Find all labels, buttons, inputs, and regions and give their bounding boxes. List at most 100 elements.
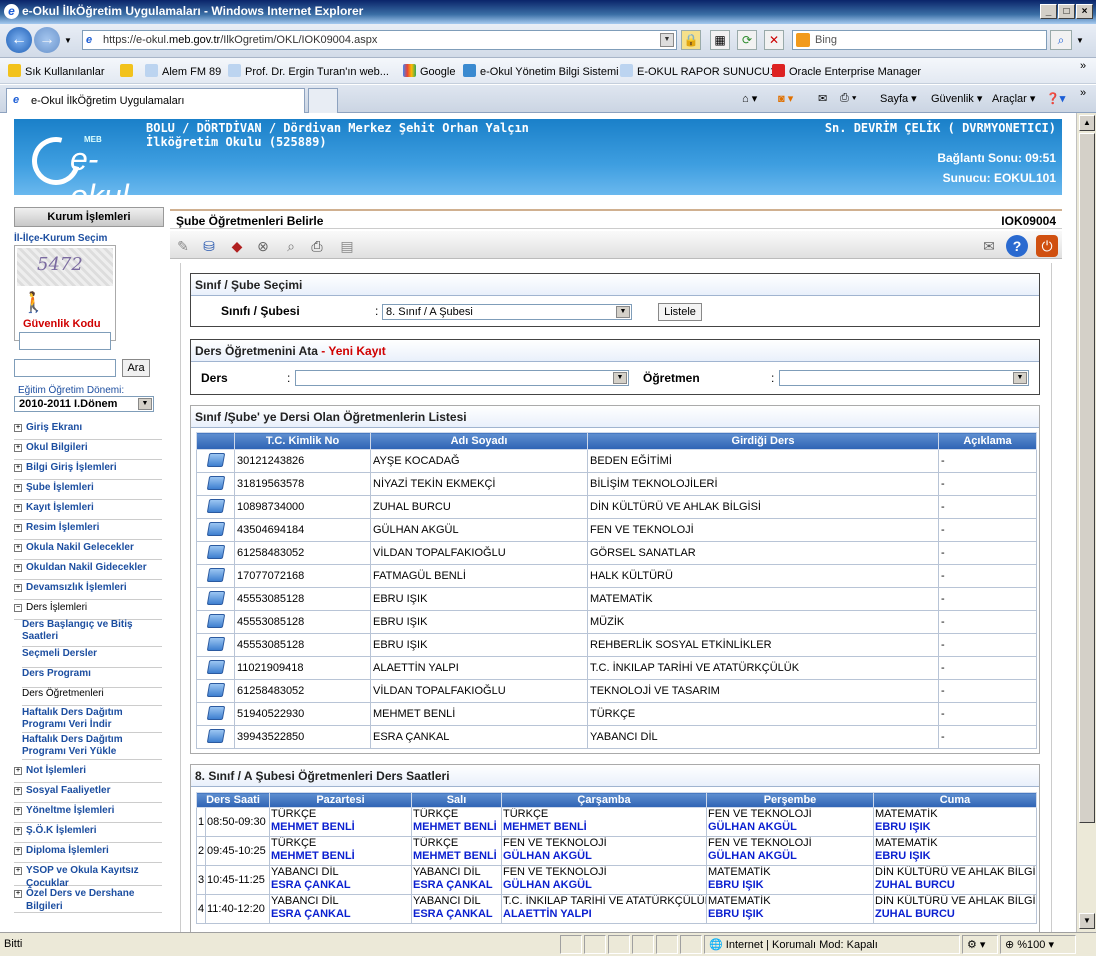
close-button[interactable]: × [1076,4,1093,19]
term-select[interactable]: 2010-2011 I.Dönem ▼ [14,396,154,412]
edit-cell[interactable] [196,518,235,542]
edit-icon[interactable]: ✎ [172,235,194,257]
edit-cell[interactable] [196,587,235,611]
menu-item[interactable]: + Ş.Ö.K İşlemleri [14,824,162,843]
edit-cell[interactable] [196,702,235,726]
expand-icon[interactable]: + [14,867,22,875]
edit-cell[interactable] [196,449,235,473]
compatibility-icon[interactable]: ▦ [710,30,730,50]
forward-button[interactable]: → [34,27,60,53]
protected-mode-icon[interactable]: ⚙ ▾ [962,935,998,954]
edit-cell[interactable] [196,633,235,657]
edit-icon[interactable] [206,728,225,743]
add-favorite-icon[interactable] [120,64,137,78]
menu-item[interactable]: + Yöneltme İşlemleri [14,804,162,823]
expand-icon[interactable]: + [14,464,22,472]
expand-icon[interactable]: + [14,524,22,532]
menu-item[interactable]: + Okula Nakil Gelecekler [14,541,162,560]
scroll-down-button[interactable]: ▼ [1079,913,1095,929]
menu-item[interactable]: + YSOP ve Okula Kayıtsız Çocuklar [14,864,162,889]
edit-icon[interactable] [206,659,225,674]
menu-item[interactable]: + Resim İşlemleri [14,521,162,540]
zoom-control[interactable]: ⊕ %100 ▾ [1000,935,1076,954]
page-scrollbar[interactable]: ▲ ▼ [1076,113,1096,932]
help-icon[interactable]: ? [1006,235,1028,257]
menu-item[interactable]: − Ders İşlemleri [14,601,162,620]
student-search-input[interactable] [14,359,116,377]
submenu-item[interactable]: Haftalık Ders Dağıtım Programı Veri Yükl… [22,734,162,760]
edit-cell[interactable] [196,610,235,634]
mail-icon[interactable]: ✉ [978,235,1000,257]
expand-icon[interactable]: + [14,544,22,552]
edit-cell[interactable] [196,679,235,703]
submenu-item[interactable]: Ders Başlangıç ve Bitiş Saatleri [22,619,162,647]
security-zone[interactable]: 🌐 Internet | Korumalı Mod: Kapalı [704,935,960,954]
mail-icon[interactable]: ✉ [818,92,827,105]
edit-icon[interactable] [206,475,225,490]
tab-eokul[interactable]: e e-Okul İlkÖğretim Uygulamaları [6,88,305,113]
search-button[interactable]: Ara [122,359,150,377]
scroll-up-button[interactable]: ▲ [1079,115,1095,131]
menu-item[interactable]: + Okuldan Nakil Gidecekler [14,561,162,580]
submenu-item[interactable]: Ders Programı [22,668,162,688]
captcha-input[interactable] [19,332,111,350]
edit-icon[interactable] [206,544,225,559]
eraser-icon[interactable]: ◆ [226,235,248,257]
fav-link-oracle[interactable]: Oracle Enterprise Manager [772,64,921,78]
report-icon[interactable]: ▤ [336,235,358,257]
fav-link-ergin[interactable]: Prof. Dr. Ergin Turan'ın web... [228,64,389,78]
search-icon[interactable]: ⌕ [280,235,302,257]
minimize-button[interactable]: _ [1040,4,1057,19]
feeds-icon[interactable]: ◙ ▾ [778,92,793,105]
search-icon[interactable]: ⌕ [1050,30,1072,50]
edit-icon[interactable] [206,567,225,582]
search-input[interactable]: Bing [792,30,1047,50]
expand-icon[interactable]: + [14,564,22,572]
expand-icon[interactable]: + [14,847,22,855]
edit-cell[interactable] [196,725,235,749]
edit-icon[interactable] [206,705,225,720]
edit-icon[interactable] [206,498,225,513]
expand-icon[interactable]: + [14,484,22,492]
menu-item[interactable]: + Okul Bilgileri [14,441,162,460]
edit-icon[interactable] [206,521,225,536]
cancel-icon[interactable]: ⊗ [252,235,274,257]
edit-icon[interactable] [206,613,225,628]
logout-icon[interactable]: ⏻ [1036,235,1058,257]
back-button[interactable]: ← [6,27,32,53]
fav-link-google[interactable]: Google [403,64,455,78]
safety-menu[interactable]: Güvenlik ▾ [931,92,982,105]
maximize-button[interactable]: □ [1058,4,1075,19]
expand-icon[interactable]: + [14,424,22,432]
submenu-item[interactable]: Haftalık Ders Dağıtım Programı Veri İndi… [22,707,162,733]
accessibility-icon[interactable]: 🚶 [21,290,46,315]
history-dropdown-icon[interactable]: ▼ [64,36,72,45]
favorites-button[interactable]: Sık Kullanılanlar [8,64,105,78]
page-menu[interactable]: Sayfa ▾ [880,92,917,105]
menu-item[interactable]: + Diploma İşlemleri [14,844,162,863]
fav-link-alemfm[interactable]: Alem FM 89 [145,64,221,78]
edit-cell[interactable] [196,472,235,496]
edit-cell[interactable] [196,541,235,565]
edit-icon[interactable] [206,682,225,697]
expand-icon[interactable]: + [14,787,22,795]
home-icon[interactable]: ⌂ ▾ [742,92,757,105]
menu-item[interactable]: + Şube İşlemleri [14,481,162,500]
new-tab-button[interactable] [308,88,338,113]
menu-item[interactable]: + Sosyal Faaliyetler [14,784,162,803]
scroll-thumb[interactable] [1079,133,1095,823]
expand-icon[interactable]: + [14,827,22,835]
lock-icon[interactable]: 🔒 [681,30,701,50]
address-input[interactable]: e https://e-okul.meb.gov.tr/IlkOgretim/O… [82,30,677,50]
address-dropdown-icon[interactable]: ▼ [660,33,674,47]
menu-item[interactable]: + Not İşlemleri [14,764,162,783]
more-commands-icon[interactable]: » [1080,87,1086,99]
save-icon[interactable]: ⛁ [198,235,220,257]
help-icon[interactable]: ❓▾ [1046,92,1065,105]
more-favorites-icon[interactable]: » [1080,60,1086,72]
menu-item[interactable]: + Giriş Ekranı [14,421,162,440]
expand-icon[interactable]: + [14,767,22,775]
edit-cell[interactable] [196,495,235,519]
menu-item[interactable]: + Kayıt İşlemleri [14,501,162,520]
menu-item[interactable]: + Devamsızlık İşlemleri [14,581,162,600]
